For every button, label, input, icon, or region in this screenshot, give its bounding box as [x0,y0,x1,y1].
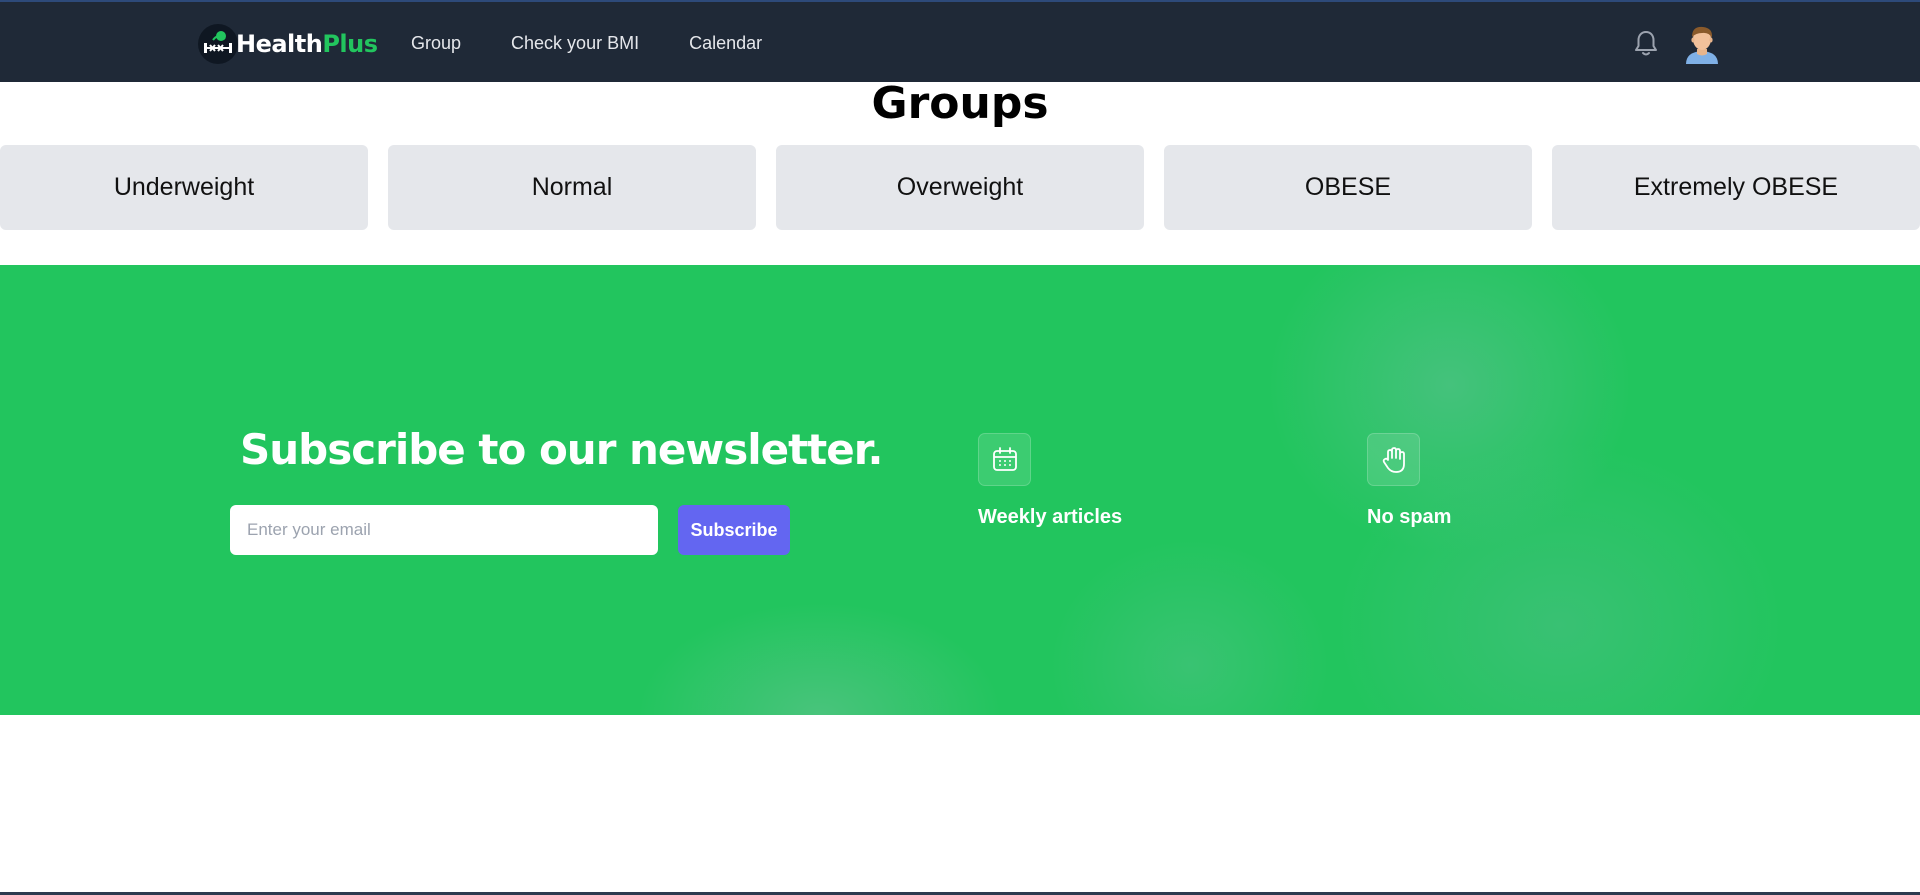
feature-weekly-articles: Weekly articles [978,433,1122,529]
groups-title: Groups [871,78,1049,129]
group-card-extremely-obese[interactable]: Extremely OBESE [1552,145,1920,230]
user-avatar-icon[interactable] [1682,22,1722,64]
brand-logo[interactable]: HealthPlus [198,24,378,64]
hand-stop-icon [1367,433,1420,486]
email-input[interactable] [230,505,658,555]
brand-name-main: Health [236,30,323,58]
group-card-underweight[interactable]: Underweight [0,145,368,230]
feature-no-spam: No spam [1367,433,1451,529]
nav-link-check-bmi[interactable]: Check your BMI [486,33,664,54]
subscribe-button[interactable]: Subscribe [678,505,790,555]
newsletter-section: Subscribe to our newsletter. Subscribe W… [0,265,1920,715]
group-cards: Underweight Normal Overweight OBESE Extr… [0,145,1920,230]
group-card-obese[interactable]: OBESE [1164,145,1532,230]
newsletter-title: Subscribe to our newsletter. [240,425,883,474]
nav-link-calendar[interactable]: Calendar [664,33,787,54]
main-nav: Group Check your BMI Calendar [386,2,787,84]
feature-label: No spam [1367,506,1452,528]
group-card-normal[interactable]: Normal [388,145,756,230]
brand-name-accent: Plus [322,30,378,58]
feature-label: Weekly articles [978,506,1123,528]
top-navbar: HealthPlus Group Check your BMI Calendar [0,0,1920,82]
nav-link-group[interactable]: Group [386,33,486,54]
dumbbell-logo-icon [198,24,238,64]
calendar-icon [978,433,1031,486]
brand-name: HealthPlus [236,30,378,58]
bell-icon[interactable] [1632,28,1660,58]
group-card-overweight[interactable]: Overweight [776,145,1144,230]
